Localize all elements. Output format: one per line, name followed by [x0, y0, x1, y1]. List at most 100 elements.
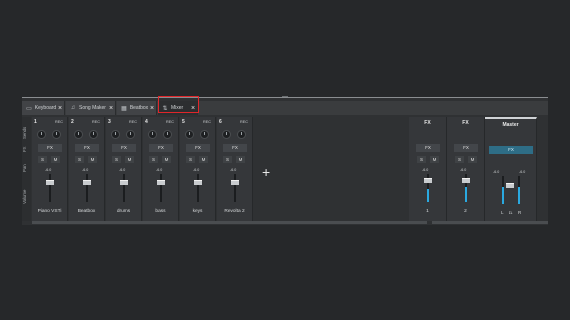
volume-fader-handle[interactable] — [83, 180, 91, 185]
tab-beatbox[interactable]: ▦ Beatbox × — [117, 101, 157, 115]
bus-title: FX — [462, 120, 469, 126]
channel-name: Revolta 2 — [224, 209, 245, 214]
record-button[interactable]: REC — [240, 120, 248, 124]
channel-name: Piano VSTi — [37, 209, 62, 214]
channel-strip: 4 REC FX S M -6.0 bass — [143, 117, 179, 221]
volume-fader-handle[interactable] — [46, 180, 54, 185]
fx-button[interactable]: FX — [186, 144, 210, 152]
send-knob[interactable] — [111, 130, 120, 139]
tab-song-maker[interactable]: ♫ Song Maker × — [66, 101, 116, 115]
record-button[interactable]: REC — [55, 120, 63, 124]
channel-number: 4 — [145, 119, 148, 125]
fx-button[interactable]: FX — [454, 144, 478, 152]
pan-value: -6.0 — [82, 168, 89, 172]
volume-fader-handle[interactable] — [120, 180, 128, 185]
channel-strip: 1 REC FX S M -6.0 Piano VSTi — [32, 117, 68, 221]
fx-label: FX — [22, 146, 27, 152]
send-knob[interactable] — [237, 130, 246, 139]
pan-value: -6.0 — [230, 168, 237, 172]
close-icon[interactable]: × — [56, 105, 64, 112]
pan-value: -6.0 — [422, 168, 429, 172]
volume-fader-handle[interactable] — [462, 178, 470, 183]
send-knob[interactable] — [89, 130, 98, 139]
record-button[interactable]: REC — [92, 120, 100, 124]
channel-scrollbar[interactable] — [32, 221, 427, 224]
grid-icon: ▦ — [121, 105, 127, 112]
send-knob[interactable] — [200, 130, 209, 139]
volume-fader-track — [234, 174, 236, 202]
master-meter-left — [502, 176, 504, 204]
send-knob[interactable] — [126, 130, 135, 139]
master-volume-handle[interactable] — [506, 183, 514, 188]
record-button[interactable]: REC — [129, 120, 137, 124]
level-meter — [502, 187, 504, 204]
pan-value: -6.0 — [119, 168, 126, 172]
link-icon[interactable]: ɪʟ — [509, 210, 512, 215]
master-fx-button[interactable]: FX — [489, 146, 533, 154]
pan-value: -6.0 — [193, 168, 200, 172]
mute-button[interactable]: M — [236, 156, 245, 163]
mute-button[interactable]: M — [125, 156, 134, 163]
mute-button[interactable]: M — [51, 156, 60, 163]
solo-button[interactable]: S — [223, 156, 232, 163]
tab-label: Keyboard — [34, 105, 57, 111]
solo-button[interactable]: S — [75, 156, 84, 163]
level-meter — [518, 187, 520, 204]
solo-button[interactable]: S — [186, 156, 195, 163]
send-knob[interactable] — [148, 130, 157, 139]
fx-button[interactable]: FX — [416, 144, 440, 152]
channel-number: 1 — [34, 119, 37, 125]
sends-label: Sends — [22, 126, 27, 140]
master-right-value: -6.0 — [519, 170, 526, 174]
fx-button[interactable]: FX — [149, 144, 173, 152]
channel-name: Beatbox — [77, 209, 96, 214]
send-knob[interactable] — [222, 130, 231, 139]
volume-label: Volume — [22, 189, 27, 205]
master-left-value: -6.0 — [493, 170, 500, 174]
send-knob[interactable] — [185, 130, 194, 139]
tab-keyboard[interactable]: ▭ Keyboard × — [22, 101, 65, 115]
music-note-icon: ♫ — [70, 105, 76, 111]
level-meter — [427, 189, 429, 202]
solo-button[interactable]: S — [455, 156, 464, 163]
channel-strip: 6 REC FX S M -6.0 Revolta 2 — [217, 117, 253, 221]
close-icon[interactable]: × — [148, 105, 156, 112]
close-icon[interactable]: × — [107, 105, 115, 112]
fx-button[interactable]: FX — [223, 144, 247, 152]
add-channel-button[interactable]: + — [262, 164, 270, 180]
tab-label: Song Maker — [79, 105, 106, 111]
channel-number: 5 — [182, 119, 185, 125]
volume-fader-track — [160, 174, 162, 202]
record-button[interactable]: REC — [166, 120, 174, 124]
volume-fader-handle[interactable] — [424, 178, 432, 183]
mute-button[interactable]: M — [88, 156, 97, 163]
solo-button[interactable]: S — [149, 156, 158, 163]
mute-button[interactable]: M — [468, 156, 477, 163]
row-labels: Sends FX Pan Volume — [22, 117, 31, 221]
send-knob[interactable] — [37, 130, 46, 139]
channel-number: 3 — [108, 119, 111, 125]
mute-button[interactable]: M — [162, 156, 171, 163]
fx-bus-2: FX FX S M -6.0 2 — [447, 117, 485, 221]
volume-fader-handle[interactable] — [194, 180, 202, 185]
bus-scrollbar[interactable] — [432, 221, 548, 224]
mute-button[interactable]: M — [199, 156, 208, 163]
volume-fader-track — [197, 174, 199, 202]
solo-button[interactable]: S — [112, 156, 121, 163]
volume-fader-handle[interactable] — [157, 180, 165, 185]
master-title: Master — [502, 122, 519, 128]
fx-button[interactable]: FX — [75, 144, 99, 152]
mute-button[interactable]: M — [430, 156, 439, 163]
solo-button[interactable]: S — [417, 156, 426, 163]
right-label: R — [518, 210, 522, 215]
master-meter-right — [518, 176, 520, 204]
fx-button[interactable]: FX — [112, 144, 136, 152]
send-knob[interactable] — [163, 130, 172, 139]
volume-fader-handle[interactable] — [231, 180, 239, 185]
record-button[interactable]: REC — [203, 120, 211, 124]
fx-button[interactable]: FX — [38, 144, 62, 152]
send-knob[interactable] — [74, 130, 83, 139]
send-knob[interactable] — [52, 130, 61, 139]
solo-button[interactable]: S — [38, 156, 47, 163]
volume-fader-track — [123, 174, 125, 202]
